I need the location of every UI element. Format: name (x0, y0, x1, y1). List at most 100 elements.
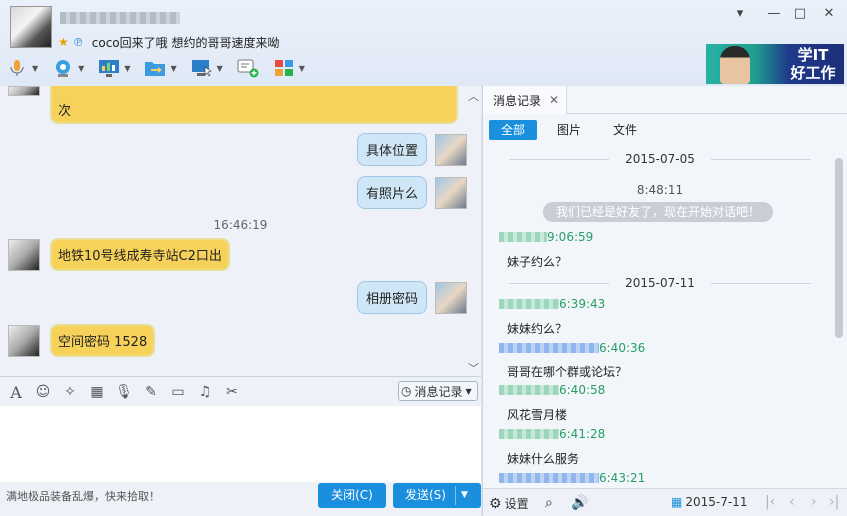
close-icon[interactable]: ✕ (819, 6, 839, 21)
video-call-button[interactable]: ▼ (52, 58, 84, 78)
history-panel: 消息记录 ✕ 全部 图片 文件 2015-07-05 8:48:11 我们已经是… (482, 86, 847, 516)
screen-share-button[interactable]: ▼ (98, 58, 130, 78)
prev-page-icon[interactable]: ‹ (789, 494, 795, 510)
message-row-right: 有照片么 (357, 176, 468, 209)
image-icon[interactable]: ▭ (167, 382, 189, 402)
gif-icon[interactable]: ▦ (86, 382, 108, 402)
last-page-icon[interactable]: ›| (829, 494, 839, 510)
minimize-icon[interactable]: — (764, 6, 784, 21)
message-bubble-received: 空间密码 1528 (50, 324, 156, 357)
message-bubble-received: 地铁10号线成寿寺站C2口出 (50, 238, 230, 271)
filter-all-button[interactable]: 全部 (489, 120, 537, 140)
settings-label: 设置 (504, 497, 529, 511)
monitor-icon (99, 60, 120, 77)
contact-name-redacted (60, 12, 180, 24)
promo-text[interactable]: 满地极品装备乱爆，快来拾取！ (6, 488, 160, 504)
divider (455, 486, 456, 505)
first-page-icon[interactable]: |‹ (765, 494, 775, 510)
sender-name-redacted (499, 343, 599, 353)
divider (509, 283, 609, 284)
history-message: 风花雪月楼 (507, 408, 568, 422)
qq-chat-window: ★ ℗ coco回来了哦 想约的哥哥速度来呦 ▾ — □ ✕ ▼ ▼ ▼ ▼ ▼… (0, 0, 847, 516)
sender-name-redacted (499, 299, 559, 309)
music-icon[interactable]: ♫ (194, 382, 216, 402)
message-history-button[interactable]: ◷ 消息记录 ▼ (398, 381, 478, 401)
date-label: 2015-07-11 (625, 276, 695, 290)
history-scrollbar[interactable] (835, 158, 843, 488)
calendar-icon: ▦ (671, 495, 683, 509)
edit-icon[interactable]: ✎ (140, 382, 162, 402)
send-options-icon[interactable]: ▼ (461, 483, 468, 508)
contact-avatar[interactable] (10, 6, 52, 48)
chat-message-area[interactable]: 次 ︿ 具体位置 有照片么 16:46:19 地铁10号线成寿寺站C2口出 相册… (0, 86, 481, 376)
ad-banner[interactable]: 学IT 好工作 (706, 44, 844, 84)
history-sender-row: 6:43:21 (499, 471, 645, 485)
divider (711, 283, 811, 284)
chevron-down-icon: ▼ (465, 386, 472, 396)
message-row-left: 空间密码 1528 (8, 324, 156, 357)
qq-status-icon: ℗ (72, 35, 84, 49)
my-avatar[interactable] (435, 281, 468, 314)
history-sender-row: 6:40:36 (499, 341, 645, 355)
scroll-down-icon[interactable]: ﹀ (468, 360, 479, 376)
close-tab-icon[interactable]: ✕ (549, 93, 559, 107)
search-icon[interactable]: ⌕ (545, 495, 553, 511)
system-message: 我们已经是好友了，现在开始对话吧！ (543, 202, 773, 222)
webcam-icon (56, 60, 71, 77)
history-message: 哥哥在哪个群或论坛？ (507, 365, 628, 379)
menu-dropdown-icon[interactable]: ▾ (730, 6, 750, 21)
send-button[interactable]: 发送(S) ▼ (393, 483, 481, 508)
add-app-button[interactable] (237, 58, 259, 78)
my-avatar[interactable] (435, 176, 468, 209)
clock-icon: ◷ (401, 384, 412, 398)
star-icon: ★ (58, 35, 69, 49)
remote-assist-button[interactable]: ▼ (191, 58, 223, 78)
contact-avatar-small[interactable] (8, 238, 40, 271)
history-sender-row: 6:41:28 (499, 427, 605, 441)
history-sender-row: 6:39:43 (499, 297, 605, 311)
screenshot-scissors-icon[interactable]: ✂ (221, 382, 243, 402)
tab-label: 消息记录 (493, 93, 542, 108)
font-icon[interactable]: A (5, 382, 27, 402)
settings-button[interactable]: ⚙ 设置 (489, 495, 529, 512)
date-picker[interactable]: ▦ 2015-7-11 (671, 495, 747, 509)
voice-call-button[interactable]: ▼ (6, 58, 38, 78)
contact-avatar-small[interactable] (8, 324, 40, 357)
ad-line-2: 好工作 (790, 64, 836, 82)
message-bubble-sent: 有照片么 (357, 176, 428, 209)
shake-icon[interactable]: ✧ (59, 382, 81, 402)
ad-person-image (720, 46, 750, 84)
contact-avatar-small[interactable] (8, 86, 40, 96)
sender-name-redacted (499, 385, 559, 395)
maximize-icon[interactable]: □ (790, 6, 810, 21)
filter-files-button[interactable]: 文件 (613, 120, 637, 140)
history-date-separator: 2015-07-05 (483, 152, 837, 166)
message-bubble-sent: 具体位置 (357, 133, 428, 166)
speaker-icon[interactable]: 🔊 (571, 495, 588, 511)
scroll-up-icon[interactable]: ︿ (468, 88, 479, 104)
file-transfer-button[interactable]: ▼ (144, 58, 177, 78)
history-time: 6:40:58 (559, 383, 606, 397)
message-timestamp: 16:46:19 (213, 218, 268, 232)
my-avatar[interactable] (435, 133, 468, 166)
voice-message-icon[interactable]: 🎙 (113, 382, 135, 402)
tab-message-history[interactable]: 消息记录 ✕ (483, 86, 567, 114)
close-button[interactable]: 关闭(C) (318, 483, 386, 508)
scrollbar-thumb[interactable] (835, 158, 843, 338)
message-input[interactable] (0, 406, 481, 482)
history-time: 9:06:59 (547, 230, 594, 244)
history-footer: ⚙ 设置 ⌕ 🔊 ▦ 2015-7-11 |‹ ‹ › ›| (483, 488, 847, 516)
chat-toolbar: ▼ ▼ ▼ ▼ ▼ ▼ (6, 54, 305, 82)
history-time: 6:43:21 (599, 471, 646, 485)
chevron-down-icon: ▼ (298, 63, 305, 73)
title-bar: ★ ℗ coco回来了哦 想约的哥哥速度来呦 ▾ — □ ✕ ▼ ▼ ▼ ▼ ▼… (0, 0, 847, 86)
emoji-icon[interactable]: ☺ (32, 382, 54, 402)
filter-images-button[interactable]: 图片 (557, 120, 581, 140)
divider (711, 159, 811, 160)
message-row-right: 相册密码 (357, 281, 468, 314)
history-message: 妹妹约么？ (507, 322, 568, 336)
apps-menu-button[interactable]: ▼ (273, 58, 305, 78)
sender-name-redacted (499, 429, 559, 439)
next-page-icon[interactable]: › (811, 494, 817, 510)
status-row: ★ ℗ coco回来了哦 想约的哥哥速度来呦 (58, 34, 279, 50)
